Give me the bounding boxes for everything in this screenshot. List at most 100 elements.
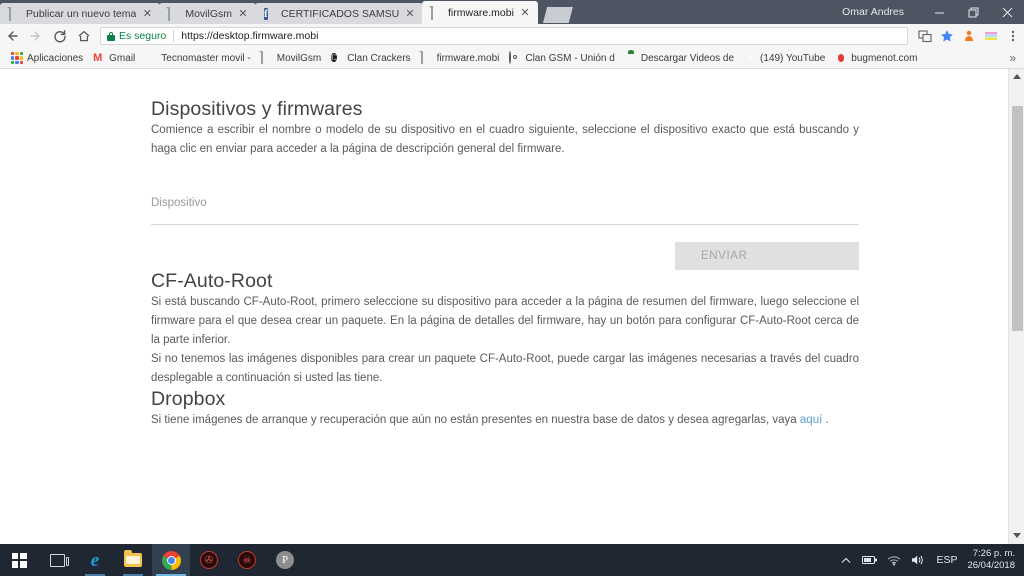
submit-button[interactable]: ENVIAR <box>675 242 859 270</box>
cf-auto-root-paragraph-2: Si no tenemos las imágenes disponibles p… <box>151 353 859 384</box>
app-red-one-button[interactable]: ✇ <box>190 544 228 576</box>
chevron-up-icon[interactable] <box>834 544 858 576</box>
task-view-button[interactable] <box>38 544 76 576</box>
red-skull-icon: ☠ <box>238 551 256 569</box>
cf-auto-root-paragraph-1: Si está buscando CF-Auto-Root, primero s… <box>151 296 859 346</box>
file-explorer-button[interactable] <box>114 544 152 576</box>
page-icon <box>260 51 273 64</box>
extension-colorful-icon[interactable] <box>980 24 1002 48</box>
pin-icon <box>145 52 157 64</box>
bookmark-label: MovilGsm <box>276 52 322 64</box>
translate-icon[interactable] <box>914 24 936 48</box>
facebook-icon: f <box>264 7 268 20</box>
bookmark-label: Tecnomaster movil - <box>161 52 251 64</box>
browser-tab-4[interactable]: firmware.mobi ✕ <box>422 1 538 24</box>
chrome-icon <box>161 550 181 570</box>
back-arrow-icon[interactable] <box>0 24 24 48</box>
scrollbar-thumb[interactable] <box>1012 106 1023 331</box>
home-icon[interactable] <box>72 24 96 48</box>
close-icon[interactable]: ✕ <box>140 7 154 21</box>
tab-title: firmware.mobi <box>448 6 514 19</box>
wifi-icon[interactable] <box>882 544 906 576</box>
youtube-icon <box>744 52 756 64</box>
bookmark-label: Clan GSM - Unión d <box>525 52 615 64</box>
clock-date: 26/04/2018 <box>967 560 1015 571</box>
edge-button[interactable]: e <box>76 544 114 576</box>
device-input[interactable]: Dispositivo <box>151 197 859 209</box>
chrome-button[interactable] <box>152 544 190 576</box>
page-viewport: Dispositivos y firmwares Comience a escr… <box>0 69 1024 544</box>
page-icon <box>420 51 433 64</box>
new-tab-button[interactable] <box>542 7 573 23</box>
address-bar[interactable]: Es seguro https://desktop.firmware.mobi <box>100 27 908 45</box>
browser-toolbar: Es seguro https://desktop.firmware.mobi <box>0 24 1024 49</box>
chrome-menu-icon[interactable] <box>1002 24 1024 48</box>
folder-icon <box>124 550 142 567</box>
clock-time: 7:26 p. m. <box>972 548 1015 559</box>
divider <box>173 30 175 42</box>
speaker-icon[interactable] <box>906 544 930 576</box>
bookmark-clan-gsm[interactable]: Clan GSM - Unión d <box>504 50 619 67</box>
close-icon[interactable]: ✕ <box>518 6 532 20</box>
intro-paragraph: Comience a escribir el nombre o modelo d… <box>151 124 859 155</box>
page-scrollbar[interactable] <box>1008 69 1024 544</box>
spiral-icon <box>509 51 521 64</box>
tab-strip: Publicar un nuevo tema ✕ MovilGsm ✕ f CE… <box>0 0 1024 24</box>
edge-icon: e <box>90 549 100 571</box>
start-button[interactable] <box>0 544 38 576</box>
close-icon[interactable]: ✕ <box>403 7 417 21</box>
minimize-icon[interactable] <box>922 0 956 24</box>
bookmark-movilgsm[interactable]: MovilGsm <box>256 50 326 67</box>
bookmark-star-icon[interactable] <box>936 24 958 48</box>
bookmark-bugmenot[interactable]: bugmenot.com <box>830 50 922 67</box>
url-text: https://desktop.firmware.mobi <box>181 30 319 42</box>
bookmark-descargar-videos[interactable]: Descargar Videos de <box>620 50 739 67</box>
dropbox-here-link[interactable]: aquí <box>800 414 822 426</box>
apps-grid-icon <box>11 52 23 64</box>
bookmark-firmware-mobi[interactable]: firmware.mobi <box>416 50 505 67</box>
bug-icon <box>835 52 847 64</box>
browser-window: Publicar un nuevo tema ✕ MovilGsm ✕ f CE… <box>0 0 1024 576</box>
forward-arrow-icon <box>24 24 48 48</box>
bookmark-label: Clan Crackers <box>347 52 411 64</box>
app-red-two-button[interactable]: ☠ <box>228 544 266 576</box>
app-p-button[interactable]: P <box>266 544 304 576</box>
bookmark-tecnomaster[interactable]: Tecnomaster movil - <box>140 50 255 67</box>
lock-icon <box>107 31 115 41</box>
restore-icon[interactable] <box>956 0 990 24</box>
window-controls: Omar Andres <box>842 0 1024 24</box>
page-icon <box>168 6 180 21</box>
dropbox-text-after: . <box>822 414 829 426</box>
reload-icon[interactable] <box>48 24 72 48</box>
browser-tab-3[interactable]: f CERTIFICADOS SAMSUNG ✕ <box>255 3 423 24</box>
bookmark-gmail[interactable]: M Gmail <box>88 50 140 67</box>
bookmark-label: (149) YouTube <box>760 52 826 64</box>
letter-p-icon: P <box>276 551 294 569</box>
task-view-icon <box>49 553 69 567</box>
scroll-up-icon[interactable] <box>1009 69 1024 85</box>
dropbox-text-before: Si tiene imágenes de arranque y recupera… <box>151 414 800 426</box>
red-circle-icon: ✇ <box>200 551 218 569</box>
windows-taskbar: e ✇ ☠ P ESP 7:26 p. m. 26/04/2018 <box>0 544 1024 576</box>
cf-auto-root-heading: CF-Auto-Root <box>151 270 273 292</box>
battery-icon[interactable] <box>858 544 882 576</box>
clock[interactable]: 7:26 p. m. 26/04/2018 <box>963 548 1024 572</box>
bookmarks-bar: Aplicaciones M Gmail Tecnomaster movil -… <box>0 48 1024 69</box>
page-icon <box>431 5 443 20</box>
language-indicator[interactable]: ESP <box>930 554 963 566</box>
bookmark-label: Descargar Videos de <box>640 52 735 64</box>
bookmark-clan-crackers[interactable]: C Clan Crackers <box>326 50 415 67</box>
bookmarks-overflow-button[interactable]: » <box>1009 51 1024 65</box>
profile-name[interactable]: Omar Andres <box>842 6 904 18</box>
scroll-down-icon[interactable] <box>1009 528 1024 544</box>
bookmark-youtube[interactable]: (149) YouTube <box>739 50 830 67</box>
browser-tab-1[interactable]: Publicar un nuevo tema ✕ <box>0 3 161 24</box>
close-icon[interactable] <box>990 0 1024 24</box>
bookmark-label: firmware.mobi <box>436 52 500 64</box>
dropbox-heading: Dropbox <box>151 388 226 410</box>
extension-orange-icon[interactable] <box>958 24 980 48</box>
close-icon[interactable]: ✕ <box>236 7 250 21</box>
browser-tab-2[interactable]: MovilGsm ✕ <box>159 3 256 24</box>
gmail-icon: M <box>93 52 103 64</box>
bookmark-apps[interactable]: Aplicaciones <box>6 50 88 67</box>
